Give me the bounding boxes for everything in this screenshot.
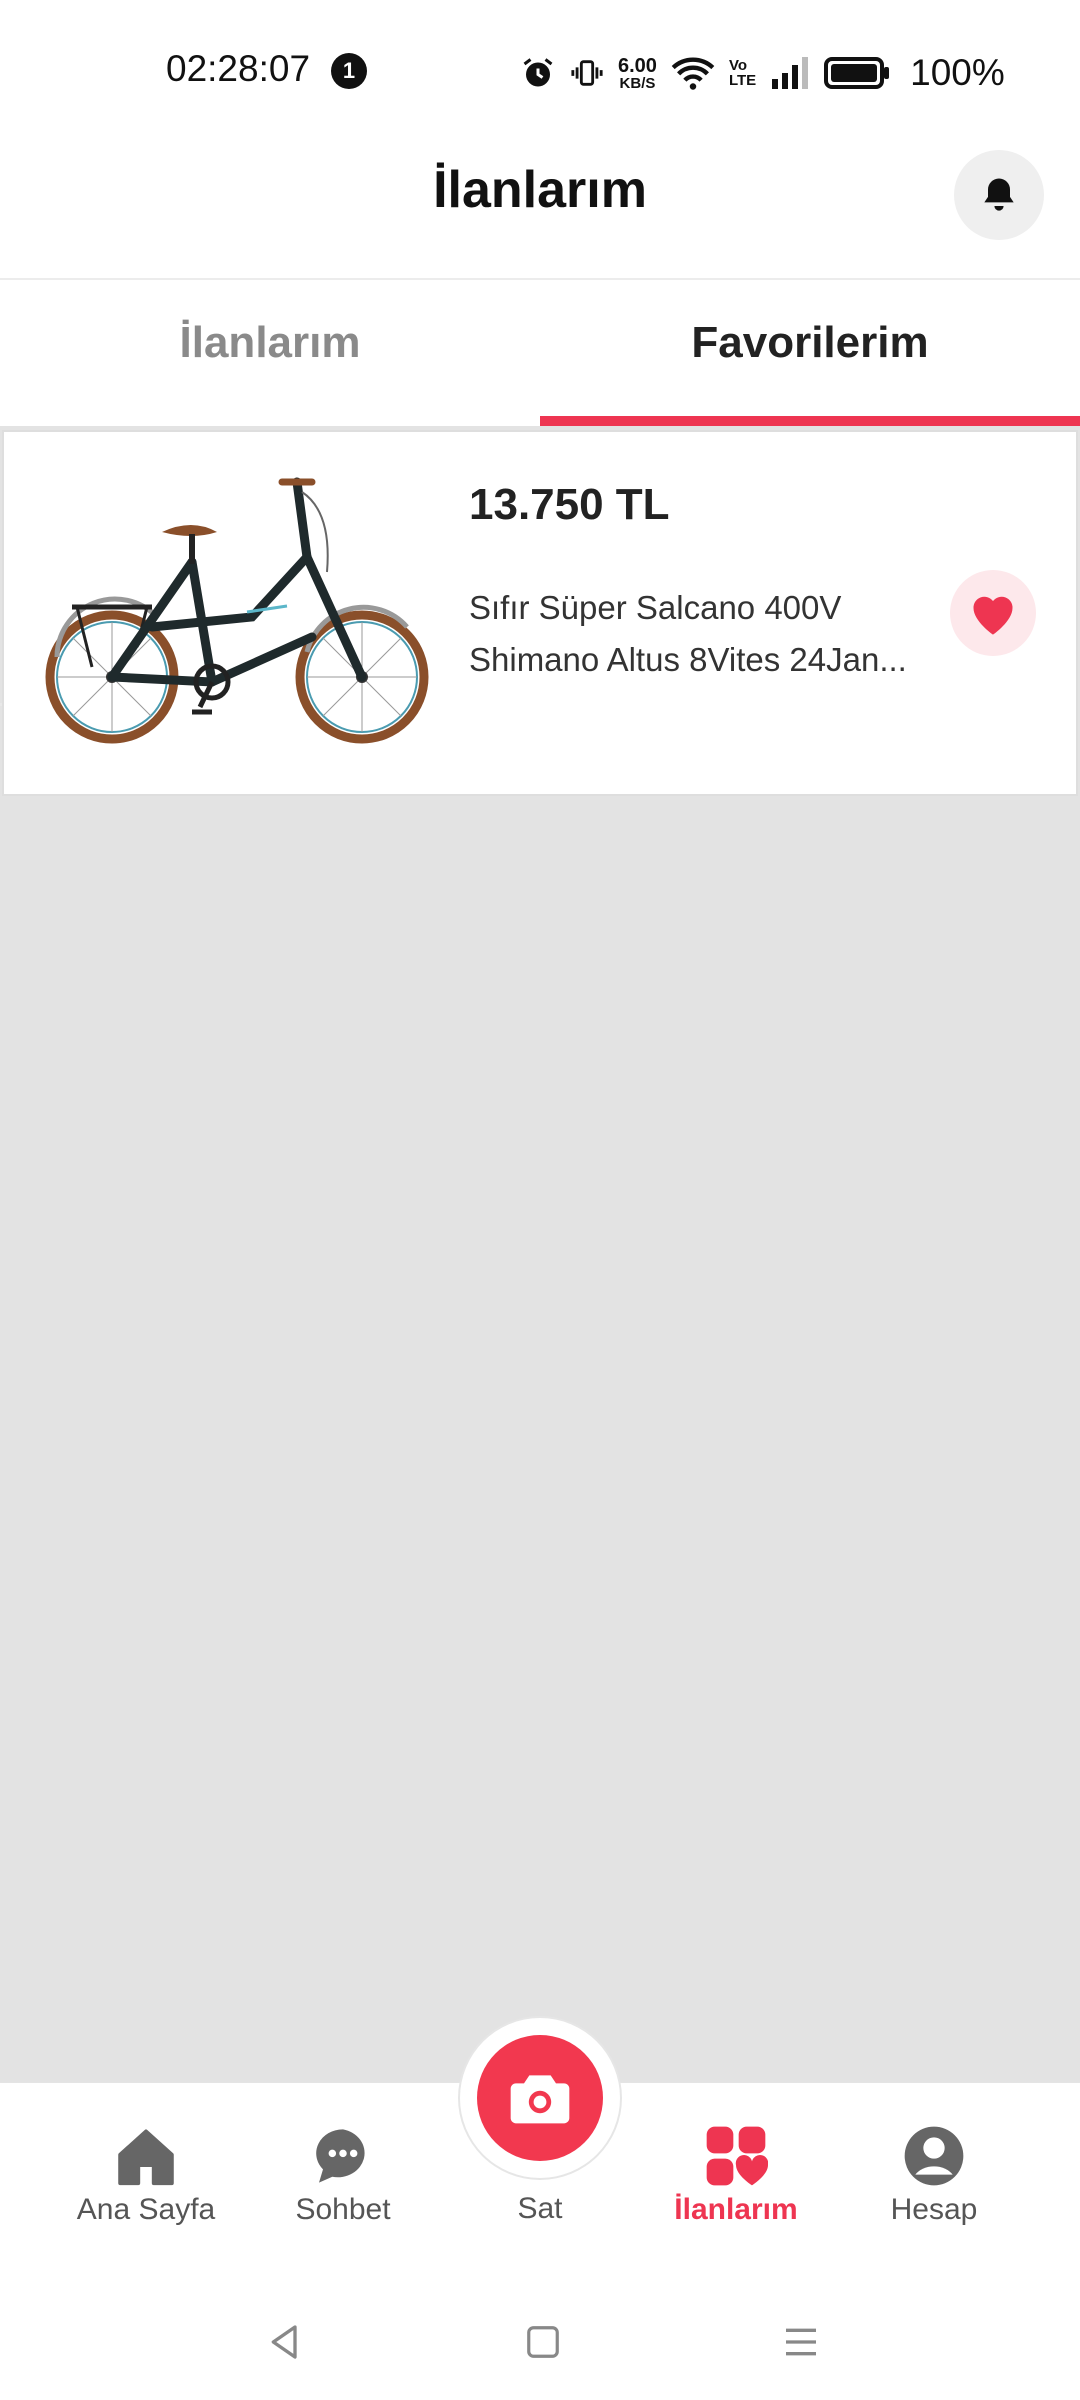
listing-price: 13.750 TL bbox=[469, 480, 670, 529]
listing-title: Sıfır Süper Salcano 400V Shimano Altus 8… bbox=[469, 582, 939, 686]
status-icons: 6.00 KB/S Vo LTE 100% bbox=[520, 48, 1005, 98]
chat-icon bbox=[316, 2129, 365, 2183]
nav-item-account[interactable]: Hesap bbox=[844, 2123, 1024, 2227]
active-tab-indicator bbox=[540, 416, 1080, 426]
heart-icon bbox=[973, 596, 1013, 635]
status-time: 02:28:07 bbox=[166, 48, 311, 89]
nav-label: Sohbet bbox=[295, 2193, 391, 2226]
volte-indicator: Vo LTE bbox=[728, 57, 757, 89]
system-back-button[interactable] bbox=[255, 2312, 315, 2372]
sell-button[interactable] bbox=[477, 2035, 603, 2161]
nav-item-chat[interactable]: Sohbet bbox=[253, 2123, 433, 2227]
listing-title-line-1: Sıfır Süper Salcano 400V bbox=[469, 589, 842, 626]
tab-favorilerim[interactable]: Favorilerim bbox=[540, 280, 1080, 426]
account-icon bbox=[904, 2126, 964, 2186]
home-icon bbox=[118, 2129, 174, 2186]
back-triangle-icon bbox=[271, 2325, 297, 2359]
system-navigation-bar bbox=[0, 2282, 1080, 2400]
tab-ilanlarim[interactable]: İlanlarım bbox=[0, 280, 540, 426]
app-header: İlanlarım bbox=[0, 120, 1080, 280]
menu-lines-icon bbox=[786, 2328, 816, 2356]
net-speed: 6.00 KB/S bbox=[618, 54, 657, 92]
nav-label: Ana Sayfa bbox=[76, 2193, 216, 2226]
home-square-icon bbox=[527, 2326, 559, 2358]
tab-label: İlanlarım bbox=[179, 318, 361, 367]
wifi-icon bbox=[671, 57, 715, 90]
notifications-button[interactable] bbox=[954, 150, 1044, 240]
nav-item-listings[interactable]: İlanlarım bbox=[646, 2123, 826, 2227]
system-menu-button[interactable] bbox=[771, 2312, 831, 2372]
vibrate-icon bbox=[571, 60, 603, 86]
listing-title-line-2: Shimano Altus 8Vites 24Jan... bbox=[469, 641, 907, 678]
bell-icon bbox=[984, 178, 1014, 211]
nav-item-home[interactable]: Ana Sayfa bbox=[56, 2123, 236, 2227]
listing-card[interactable]: 13.750 TL Sıfır Süper Salcano 400V Shima… bbox=[2, 430, 1078, 796]
favorite-button[interactable] bbox=[950, 570, 1036, 656]
signal-icon bbox=[772, 57, 809, 89]
nav-label: İlanlarım bbox=[674, 2193, 798, 2226]
battery-percent: 100% bbox=[910, 52, 1005, 93]
status-bar: 02:28:07 1 6.00 KB/S Vo LTE 100% bbox=[0, 0, 1080, 120]
system-home-button[interactable] bbox=[513, 2312, 573, 2372]
camera-icon bbox=[510, 2075, 570, 2124]
tab-bar: İlanlarım Favorilerim bbox=[0, 280, 1080, 706]
alarm-icon bbox=[523, 58, 553, 87]
listing-image-bicycle bbox=[45, 477, 429, 744]
nav-label-sell: Sat bbox=[517, 2192, 563, 2225]
listings-heart-icon bbox=[706, 2126, 768, 2186]
nav-label: Hesap bbox=[890, 2193, 978, 2226]
page-title: İlanlarım bbox=[433, 161, 647, 219]
notification-count-badge: 1 bbox=[331, 53, 367, 89]
battery-icon bbox=[824, 57, 890, 89]
tab-label: Favorilerim bbox=[691, 318, 929, 367]
